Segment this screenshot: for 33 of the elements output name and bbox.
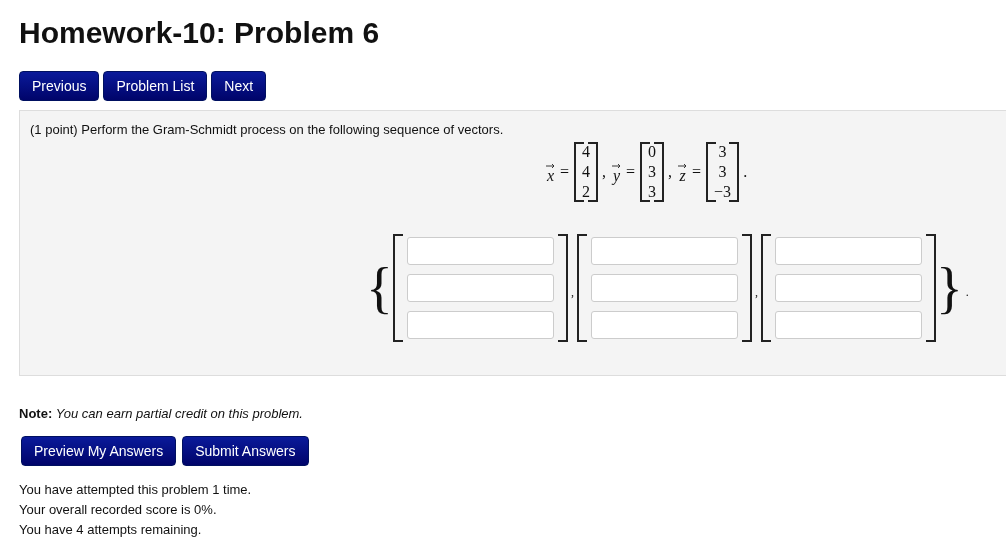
equals-sign: =	[560, 163, 570, 181]
vector-entry: 0	[648, 142, 657, 162]
nav-button[interactable]: Next	[211, 71, 267, 101]
punctuation: .	[743, 163, 748, 181]
open-brace: {	[366, 258, 393, 318]
vector-entry: 2	[582, 182, 591, 202]
vector-entry: 4	[582, 162, 591, 182]
status-message: You have 4 attempts remaining.	[19, 521, 203, 539]
punctuation: ,	[602, 163, 607, 181]
status-message: You have attempted this problem 1 time.	[19, 481, 253, 499]
answer-button[interactable]: Submit Answers	[182, 436, 309, 466]
problem-statement: (1 point) Perform the Gram-Schmidt process on the following sequence of vectors.	[30, 122, 505, 137]
comma: ,	[570, 284, 574, 300]
vector-entry: 3	[718, 142, 727, 162]
punctuation: ,	[668, 163, 673, 181]
vector-entry: 4	[582, 142, 591, 162]
status-message: Your overall recorded score is 0%.	[19, 501, 218, 519]
nav-button[interactable]: Previous	[19, 71, 100, 101]
close-brace: }	[935, 258, 963, 318]
comma: ,	[754, 284, 758, 300]
nav-button[interactable]: Problem List	[103, 71, 208, 101]
answer-button[interactable]: Preview My Answers	[21, 436, 177, 466]
vector-entry: 3	[648, 182, 657, 202]
vector-symbol: x	[546, 168, 555, 182]
vector-symbol: z	[679, 168, 686, 182]
vector-entry: −3	[714, 182, 732, 202]
vector-entry: 3	[718, 162, 727, 182]
equals-sign: =	[626, 163, 636, 181]
vector-entry: 3	[648, 162, 657, 182]
note-text: Note: You can earn partial credit on this problem.	[19, 406, 304, 421]
page-title: Homework-10: Problem 6	[19, 15, 381, 51]
period: .	[965, 284, 969, 300]
equals-sign: =	[692, 163, 702, 181]
